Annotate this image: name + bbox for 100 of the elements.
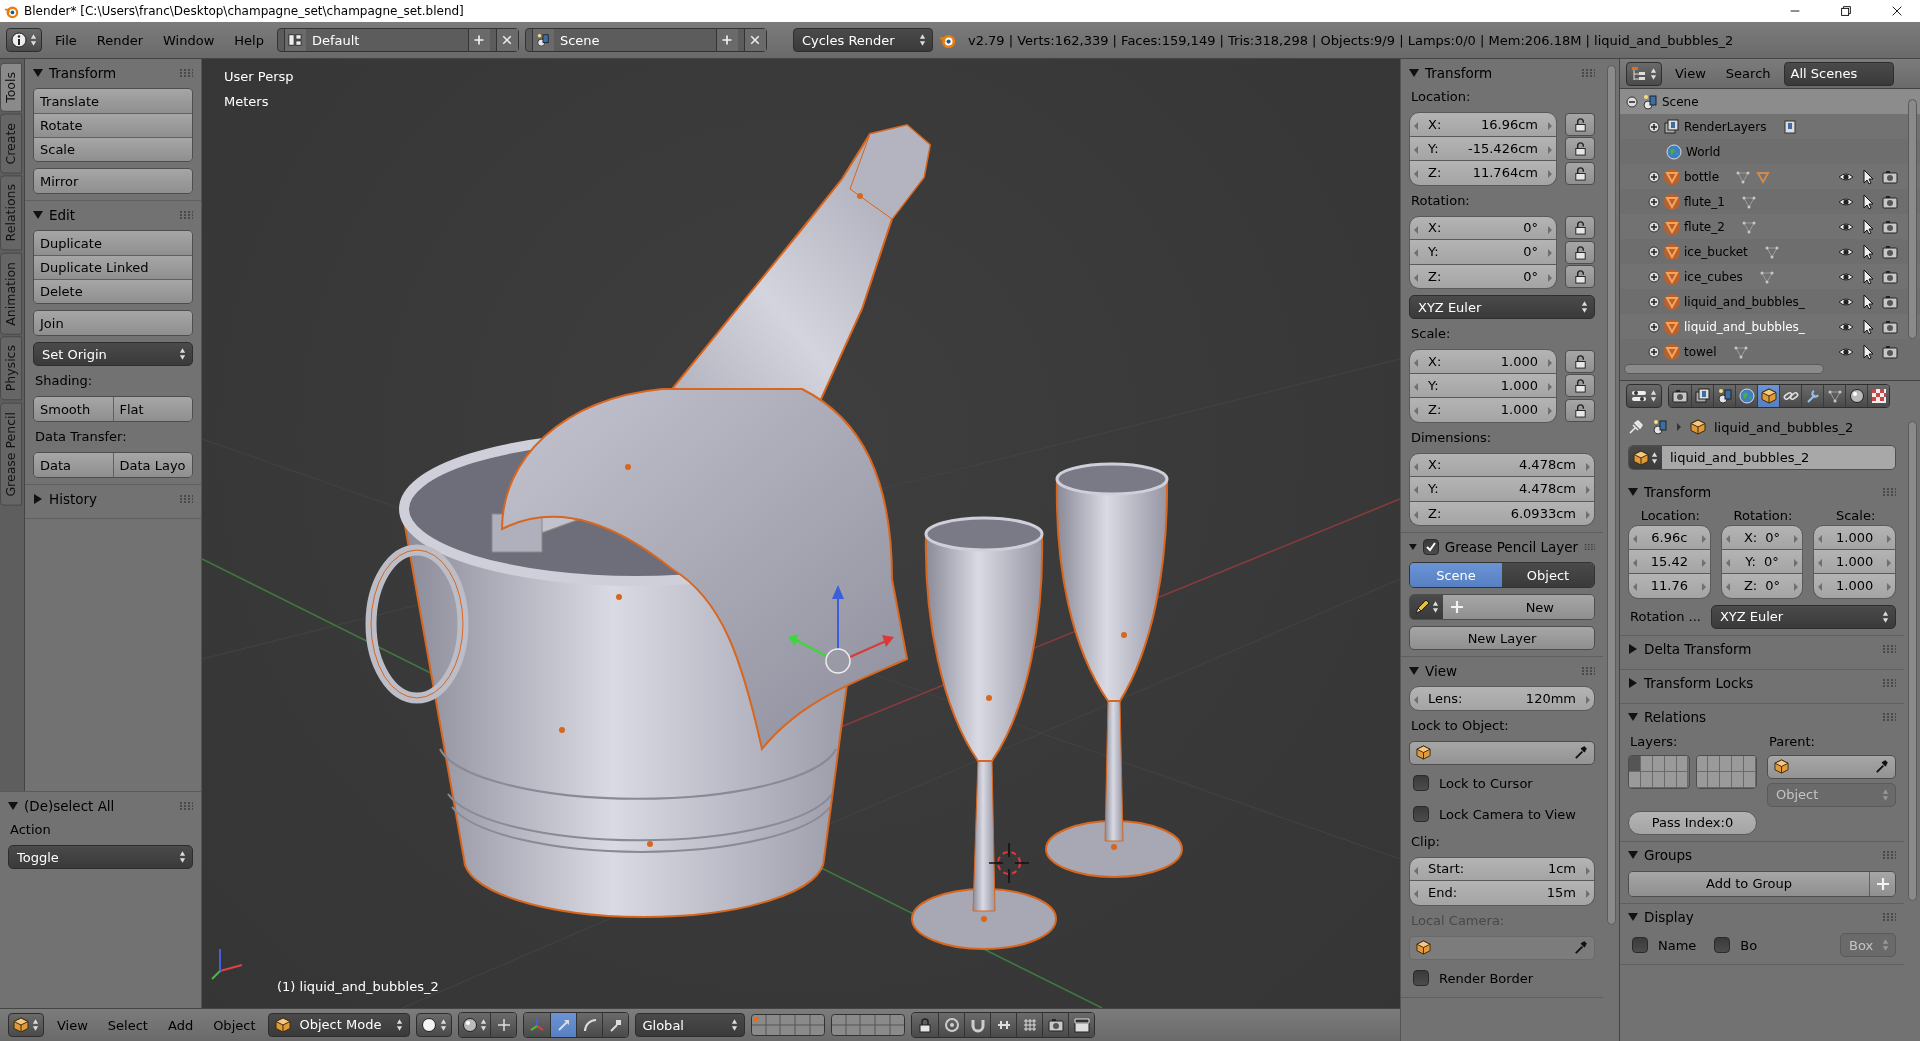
collapse-arrow-icon[interactable] [1628,712,1638,722]
number-field[interactable]: 1.000 [1813,525,1896,550]
browse-button[interactable] [531,29,554,51]
properties-tab[interactable] [1823,385,1845,407]
operator-button[interactable]: Delete [34,279,192,303]
properties-tab[interactable] [1713,385,1735,407]
expand-arrow-icon[interactable] [33,493,43,504]
cursor-arrow-icon[interactable] [1860,318,1876,335]
menu-item[interactable]: Object [206,1015,263,1035]
cursor-arrow-icon[interactable] [1860,268,1876,285]
render-engine-dropdown[interactable]: Cycles Render [792,28,933,52]
scrollbar[interactable] [1607,65,1616,925]
camera-icon[interactable] [1882,193,1898,210]
operator-button[interactable]: Duplicate [34,231,192,255]
number-field[interactable]: 1.000 [1813,549,1896,574]
manipulator-toggle[interactable] [602,1013,629,1037]
mode-dropdown[interactable]: Object Mode [268,1013,411,1037]
outliner-row[interactable]: Scene [1620,89,1920,114]
tab[interactable]: Tools [0,63,22,112]
expand-icon[interactable] [1648,270,1660,283]
outliner-row[interactable]: RenderLayers [1620,114,1920,139]
outliner-row[interactable]: flute_1 [1620,189,1920,214]
number-field[interactable]: 6.96c [1628,525,1711,550]
collapse-arrow-icon[interactable] [1409,665,1419,676]
checkbox[interactable]: Bo [1710,932,1758,958]
collapse-arrow-icon[interactable] [1628,486,1638,497]
operator-button[interactable]: Rotate [34,113,192,137]
expand-icon[interactable] [1648,320,1660,333]
pin-icon[interactable] [1628,419,1644,435]
cursor-arrow-icon[interactable] [1860,243,1876,260]
lock-toggle[interactable] [1565,137,1595,161]
new-button[interactable]: New [1443,595,1594,619]
restore-icon[interactable] [1839,4,1853,18]
eyedropper-icon[interactable] [1573,745,1588,760]
menu-item[interactable]: Search [1718,64,1778,83]
menu-item[interactable]: Select [100,1015,155,1035]
operator-button[interactable]: Mirror [34,169,192,193]
operator-button[interactable]: Add to Group [1629,871,1869,896]
lock-toggle[interactable] [1565,216,1595,240]
lock-toggle[interactable] [1565,265,1595,289]
number-field[interactable]: 15.42 [1628,549,1711,574]
close-icon[interactable] [1890,4,1904,18]
lock-toggle[interactable] [1565,240,1595,264]
pivot-button[interactable] [459,1013,491,1037]
lock-toggle[interactable] [1565,349,1595,373]
checkbox[interactable]: Render Border [1409,965,1595,991]
number-field[interactable]: X: 0° [1720,525,1804,550]
menu-item[interactable]: Add [160,1015,201,1035]
operator-button[interactable]: Smooth [34,397,113,421]
drag-grip-icon[interactable] [1882,913,1896,921]
outliner-row[interactable]: towel [1620,339,1920,364]
add-button[interactable] [467,29,490,51]
drag-grip-icon[interactable] [1584,542,1595,551]
number-field[interactable]: Y: -15.426cm [1409,136,1557,161]
dropdown-menu[interactable]: Toggle [8,845,193,869]
number-field[interactable]: Y: 0° [1409,240,1557,265]
display-mode-dropdown[interactable]: All Scenes [1783,61,1894,86]
manipulator-toggle[interactable] [576,1013,603,1037]
number-field[interactable]: Start: 1cm [1409,856,1595,881]
collapse-icon[interactable] [1626,95,1638,108]
dropdown-menu[interactable]: Set Origin [33,342,193,366]
layer-toggle[interactable] [1708,755,1721,772]
collapse-arrow-icon[interactable] [1628,850,1638,860]
number-field[interactable]: Z: 0° [1720,574,1804,599]
proportional-edit-icon[interactable] [944,1017,960,1033]
grid-icon[interactable] [1022,1017,1038,1033]
collapse-arrow-icon[interactable] [1409,541,1417,552]
menu-item[interactable]: File [48,30,84,50]
checkbox[interactable]: Lock to Cursor [1409,770,1595,796]
editor-type-button[interactable] [8,1013,44,1037]
clapperboard-icon[interactable] [1074,1017,1090,1033]
manipulator-toggle[interactable] [550,1013,577,1037]
number-field[interactable]: Z: 11.764cm [1409,161,1557,186]
outliner-row[interactable]: World [1620,139,1920,164]
layer-toggle[interactable] [1744,771,1756,788]
operator-button[interactable]: Flat [112,397,192,421]
camera-icon[interactable] [1048,1017,1064,1033]
scrollbar[interactable] [1908,421,1917,901]
properties-tab[interactable] [1669,385,1691,407]
toggle-button[interactable] [490,1013,517,1037]
number-field[interactable]: 1.000 [1813,574,1896,599]
number-field[interactable]: Y: 0° [1720,549,1804,574]
panel-checkbox[interactable] [1422,538,1439,555]
eyedropper-icon[interactable] [1874,759,1889,774]
layer-toggle[interactable] [1629,755,1641,772]
tab[interactable]: Object [1502,563,1594,587]
number-field[interactable]: 11.76 [1628,574,1711,599]
lock-toggle[interactable] [1565,398,1595,422]
properties-tab[interactable] [1735,385,1757,407]
editor-type-button[interactable] [1626,61,1662,86]
outliner-row[interactable]: bottle [1620,164,1920,189]
dropdown-menu[interactable]: XYZ Euler [1710,604,1896,629]
editor-type-button[interactable] [6,28,42,52]
object-picker-field[interactable] [1767,754,1896,779]
menu-item[interactable]: View [1668,64,1713,83]
operator-button[interactable]: Data [34,453,113,477]
operator-button[interactable]: Duplicate Linked [34,255,192,279]
drag-grip-icon[interactable] [1882,851,1896,859]
expand-icon[interactable] [1648,345,1660,358]
outliner-row[interactable]: liquid_and_bubbles_ [1620,314,1920,339]
